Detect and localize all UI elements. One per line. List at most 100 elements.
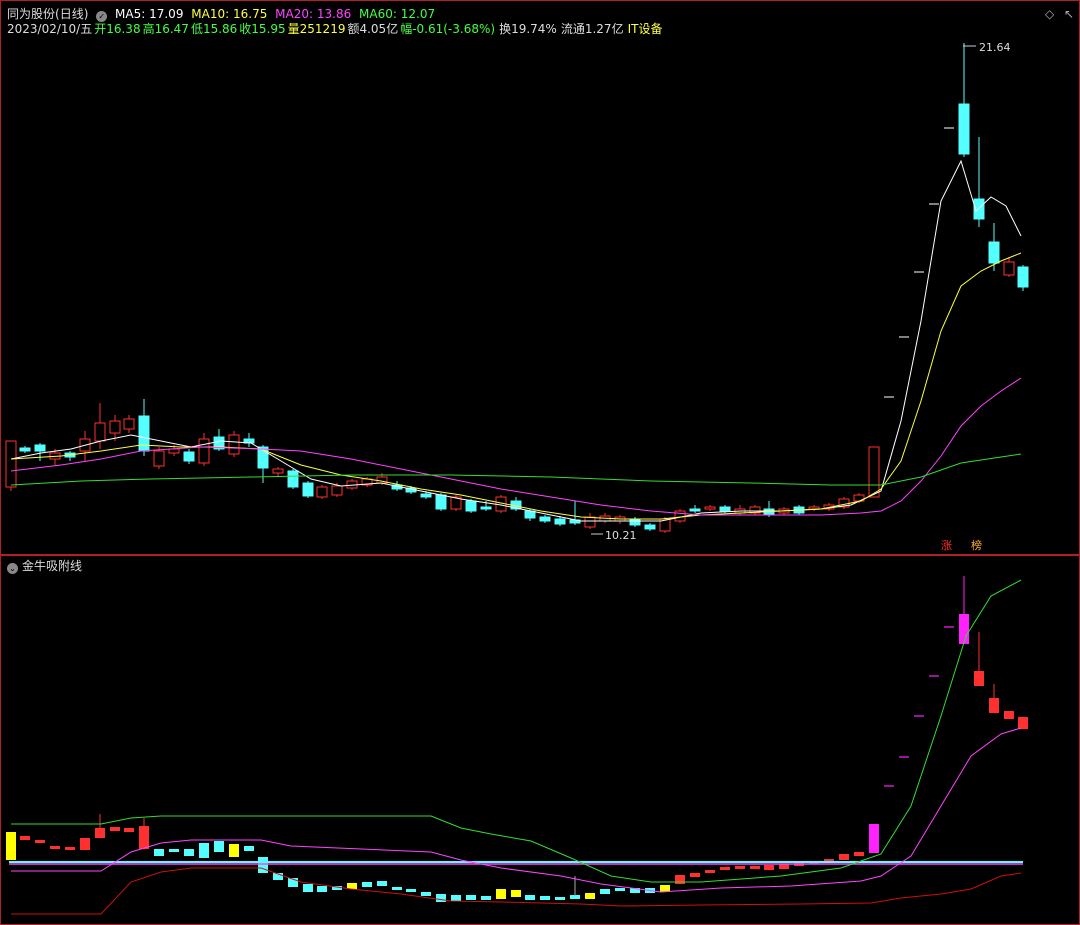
- volume-label: 量251219: [287, 22, 346, 36]
- indicator-bar: [347, 883, 357, 889]
- indicator-bar: [421, 892, 431, 896]
- float-cap-label: 流通1.27亿: [560, 22, 624, 36]
- indicator-bar: [525, 895, 535, 900]
- period-label: (日线): [55, 7, 89, 21]
- indicator-bar: [303, 884, 313, 892]
- settings-circle-icon[interactable]: ✓: [96, 11, 108, 22]
- candle-body: [5, 440, 17, 488]
- indicator-bar: [406, 889, 416, 892]
- indicator-bar: [20, 836, 30, 840]
- indicator-bar: [377, 881, 387, 886]
- candle-body: [19, 447, 31, 452]
- indicator-bar: [362, 882, 372, 887]
- price-chart-panel[interactable]: 21.64 10.21 同为股份(日线) ✓ MA5: 17.09 MA10: 1…: [0, 0, 1080, 555]
- indicator-bar: [95, 828, 105, 838]
- candle-body: [480, 506, 492, 510]
- indicator-bar: [139, 826, 149, 849]
- stock-chart-window: 21.64 10.21 同为股份(日线) ✓ MA5: 17.09 MA10: 1…: [0, 0, 1080, 925]
- indicator-bar: [735, 866, 745, 869]
- indicator-bar: [199, 843, 209, 858]
- list-tag[interactable]: 榜: [969, 539, 984, 552]
- indicator-bar: [511, 890, 521, 897]
- indicator-bar: [675, 875, 685, 884]
- indicator-bar: [154, 849, 164, 856]
- candle-body: [302, 482, 314, 497]
- indicator-bar: [50, 846, 60, 849]
- price-chart-canvas[interactable]: 21.64 10.21: [1, 1, 1079, 554]
- candle-body: [287, 470, 299, 488]
- candle-body: [94, 422, 106, 442]
- indicator-bar: [854, 852, 864, 856]
- indicator-bar: [974, 671, 984, 686]
- candle-body: [465, 500, 477, 512]
- indicator-bar: [1018, 717, 1028, 729]
- ma60-label: MA60: 12.07: [359, 7, 436, 21]
- candle-body: [958, 103, 970, 155]
- indicator-bar: [496, 889, 506, 899]
- candle-body: [153, 450, 165, 467]
- indicator-bar: [690, 873, 700, 877]
- indicator-bar: [839, 854, 849, 860]
- indicator-panel[interactable]: ⌄ 金牛吸附线: [0, 555, 1080, 925]
- indicator-bar: [169, 849, 179, 852]
- indicator-header: ⌄ 金牛吸附线: [7, 559, 86, 574]
- indicator-bar: [451, 895, 461, 901]
- indicator-menu-icon[interactable]: ⌄: [7, 563, 18, 574]
- date-label: 2023/02/10/五: [7, 22, 93, 36]
- indicator-canvas[interactable]: [1, 556, 1079, 924]
- close-label: 收15.95: [239, 22, 286, 36]
- indicator-bar: [317, 886, 327, 892]
- expand-icon[interactable]: ↖: [1064, 7, 1074, 21]
- sector-label: IT设备: [627, 22, 663, 36]
- indicator-bar: [214, 841, 224, 852]
- indicator-bar: [1004, 711, 1014, 719]
- ma20-label: MA20: 13.86: [275, 7, 352, 21]
- indicator-bar: [660, 885, 670, 892]
- candle-body: [435, 494, 447, 510]
- stock-name: 同为股份: [7, 7, 56, 21]
- indicator-bar: [184, 849, 194, 856]
- candle-body: [704, 506, 716, 510]
- indicator-bar: [989, 698, 999, 713]
- candle-body: [168, 448, 180, 454]
- candle-body: [420, 493, 432, 498]
- indicator-bar: [65, 847, 75, 850]
- candle-body: [524, 510, 536, 519]
- indicator-bar: [585, 893, 595, 899]
- candle-body: [331, 485, 343, 496]
- ma-legend: 同为股份(日线) ✓ MA5: 17.09 MA10: 16.75 MA20: …: [7, 7, 439, 22]
- indicator-name: 金牛吸附线: [22, 559, 83, 573]
- diamond-icon[interactable]: ◇: [1045, 7, 1054, 21]
- candle-body: [629, 518, 641, 526]
- high-label: 高16.47: [142, 22, 189, 36]
- candle-body: [228, 434, 240, 455]
- indicator-bar: [110, 827, 120, 831]
- indicator-bar: [244, 846, 254, 851]
- candle-body: [183, 451, 195, 462]
- indicator-bar: [229, 844, 239, 857]
- indicator-bar: [720, 867, 730, 870]
- candle-body: [272, 468, 284, 474]
- middle-band-line: [11, 727, 1022, 893]
- candle-body: [1017, 266, 1029, 288]
- candle-body: [198, 438, 210, 464]
- indicator-bar: [6, 832, 16, 860]
- candle-body: [644, 524, 656, 530]
- indicator-bar: [258, 857, 268, 873]
- indicator-bar: [600, 889, 610, 894]
- indicator-bar: [80, 838, 90, 850]
- candle-body: [988, 241, 1000, 264]
- quote-info-line: 2023/02/10/五 开16.38 高16.47 低15.86 收15.95 量251…: [7, 22, 666, 36]
- indicator-bar: [555, 897, 565, 900]
- indicator-bar: [436, 894, 446, 902]
- candle-body: [123, 418, 135, 430]
- indicator-bar: [124, 828, 134, 832]
- candle-body: [1003, 261, 1015, 276]
- indicator-bar: [540, 896, 550, 900]
- turnover-label: 换19.74%: [499, 22, 557, 36]
- open-label: 开16.38: [94, 22, 141, 36]
- ma10-label: MA10: 16.75: [191, 7, 268, 21]
- candle-body: [34, 444, 46, 452]
- change-label: 幅-0.61(-3.68%): [400, 22, 496, 36]
- limit-up-tag[interactable]: 涨: [939, 539, 954, 552]
